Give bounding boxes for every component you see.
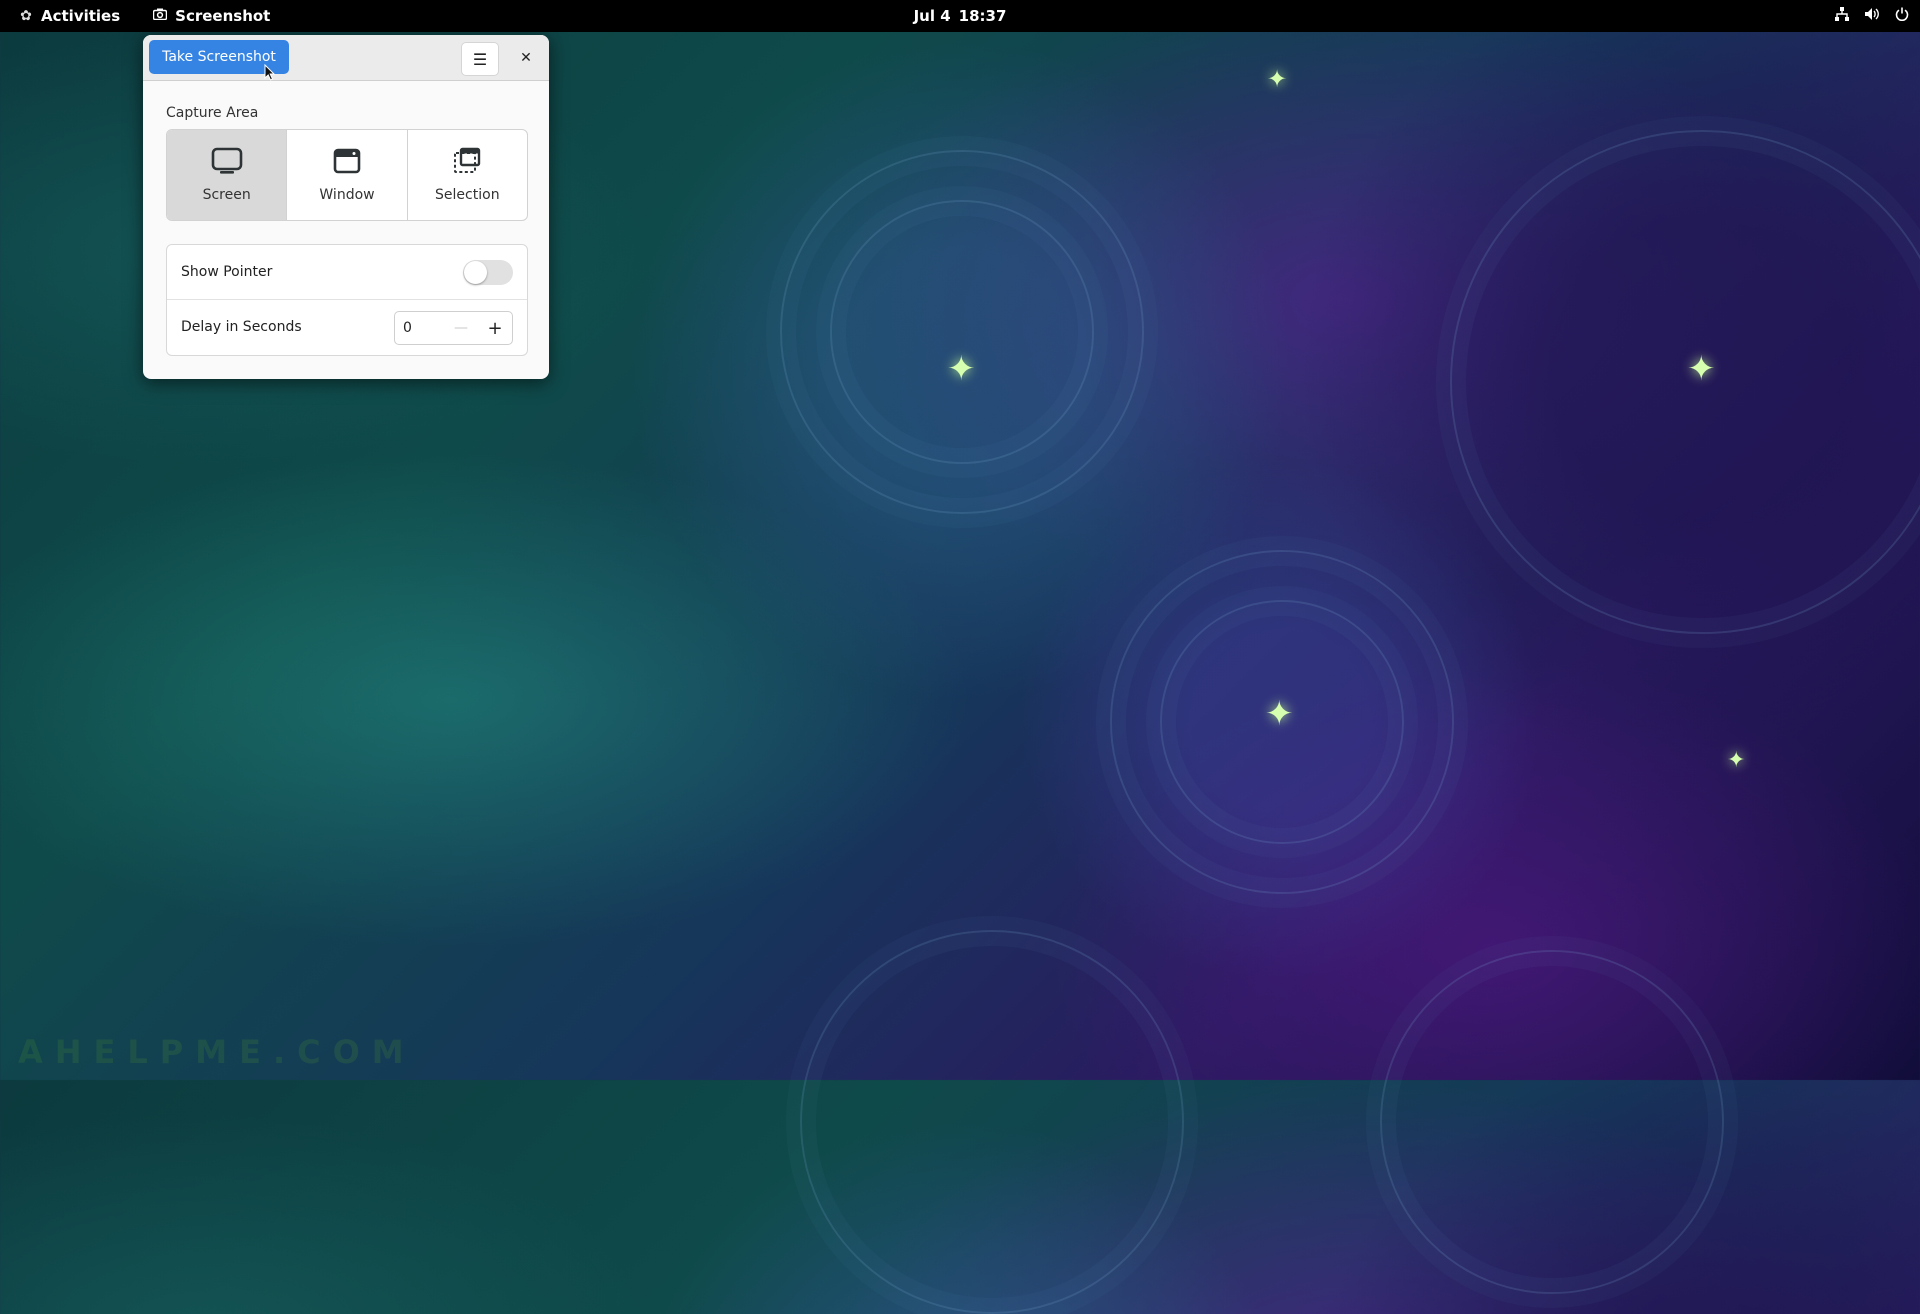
header-bar: Take Screenshot ☰ ✕ <box>143 35 549 81</box>
delay-value[interactable]: 0 <box>395 320 444 336</box>
selection-icon <box>452 147 482 179</box>
delay-spinbutton[interactable]: 0 — + <box>394 311 513 345</box>
capture-selection-label: Selection <box>435 187 500 203</box>
monitor-icon <box>211 147 243 179</box>
star-icon: ✦ <box>1727 748 1746 773</box>
delay-row: Delay in Seconds 0 — + <box>167 299 527 354</box>
clock[interactable]: Jul 4 18:37 <box>0 0 1920 32</box>
screenshot-dialog: Take Screenshot ☰ ✕ Capture Area Screen … <box>143 35 549 379</box>
show-pointer-label: Show Pointer <box>181 264 273 280</box>
clock-time: 18:37 <box>958 7 1007 25</box>
toggle-knob <box>464 261 487 284</box>
capture-window-label: Window <box>319 187 375 203</box>
close-button[interactable]: ✕ <box>510 42 542 74</box>
decrement-icon[interactable]: — <box>444 320 478 336</box>
star-icon: ✦ <box>1265 694 1294 734</box>
star-icon: ✦ <box>1267 65 1288 93</box>
wallpaper-ring <box>780 150 1144 514</box>
options-list: Show Pointer Delay in Seconds 0 — + <box>166 244 528 356</box>
watermark: AHELPME.COM <box>18 1033 416 1071</box>
increment-icon[interactable]: + <box>478 318 512 339</box>
wallpaper-ring <box>1380 950 1724 1294</box>
capture-window-button[interactable]: Window <box>287 130 408 220</box>
mouse-pointer-icon <box>264 63 276 86</box>
delay-label: Delay in Seconds <box>181 319 302 335</box>
network-icon <box>1834 7 1850 25</box>
capture-selection-button[interactable]: Selection <box>408 130 527 220</box>
show-pointer-row: Show Pointer <box>167 245 527 299</box>
star-icon: ✦ <box>1687 349 1716 389</box>
capture-area-label: Capture Area <box>166 105 259 121</box>
clock-date: Jul 4 <box>913 7 951 25</box>
hamburger-menu-icon: ☰ <box>472 49 488 69</box>
volume-icon <box>1864 7 1880 25</box>
wallpaper-ring <box>1450 130 1920 634</box>
wallpaper-ring <box>800 930 1184 1314</box>
window-icon <box>333 147 361 179</box>
show-pointer-toggle[interactable] <box>463 260 513 285</box>
star-icon: ✦ <box>947 349 976 389</box>
capture-area-selector: Screen Window Selection <box>166 129 528 221</box>
system-menu[interactable] <box>1834 0 1910 32</box>
top-bar: ✿ Activities Screenshot Jul 4 18:37 <box>0 0 1920 32</box>
menu-button[interactable]: ☰ <box>461 42 499 76</box>
capture-screen-button[interactable]: Screen <box>167 130 288 220</box>
power-icon <box>1894 7 1910 25</box>
capture-screen-label: Screen <box>202 187 251 203</box>
close-icon: ✕ <box>520 50 532 66</box>
